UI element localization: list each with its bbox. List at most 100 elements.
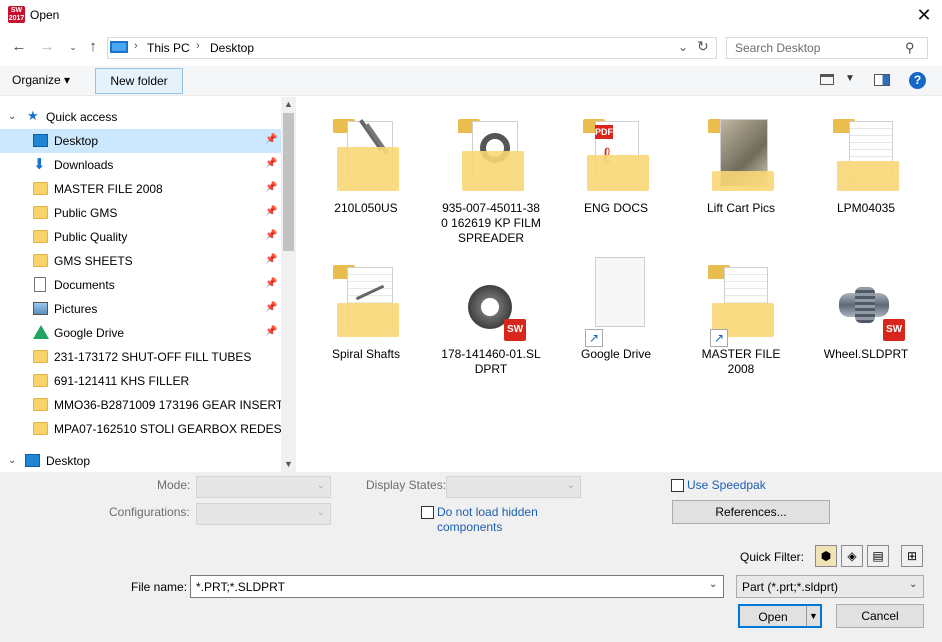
title-bar bbox=[0, 0, 942, 31]
sidebar-item-label: 691-121411 KHS FILLER bbox=[54, 374, 190, 388]
desktop-icon bbox=[33, 134, 48, 147]
scroll-down-icon[interactable]: ▼ bbox=[284, 459, 293, 469]
sidebar-item-label: Desktop bbox=[46, 454, 91, 468]
file-item-178-141460-01[interactable]: SW 178-141460-01.SL DPRT bbox=[436, 257, 546, 387]
open-button[interactable]: Open ▼ bbox=[738, 604, 822, 628]
filter-drawings-icon[interactable]: ▤ bbox=[867, 545, 889, 567]
sidebar-item-stoli-gearbox[interactable]: MPA07-162510 STOLI GEARBOX REDESIGN bbox=[0, 417, 296, 441]
hidden-components-checkbox[interactable] bbox=[421, 506, 434, 519]
change-view-icon[interactable] bbox=[820, 74, 834, 85]
documents-icon bbox=[34, 277, 46, 292]
sidebar-item-gms-sheets[interactable]: GMS SHEETS 📌 bbox=[0, 249, 281, 273]
folder-icon bbox=[33, 182, 48, 195]
file-item-935-007[interactable]: 935-007-45011-38 0 162619 KP FILM SPREAD… bbox=[436, 111, 546, 251]
sidebar-item-documents[interactable]: Documents 📌 bbox=[0, 273, 281, 297]
configurations-label: Configurations: bbox=[109, 505, 190, 519]
blank-document-icon bbox=[595, 257, 645, 327]
pin-icon: 📌 bbox=[265, 182, 278, 193]
sidebar-item-google-drive[interactable]: Google Drive 📌 bbox=[0, 321, 281, 345]
quick-filter-label: Quick Filter: bbox=[740, 550, 805, 564]
file-type-select[interactable]: Part (*.prt;*.sldprt) bbox=[736, 575, 924, 598]
sidebar-item-label: MASTER FILE 2008 bbox=[54, 182, 163, 196]
solidworks-part-icon: SW bbox=[883, 319, 905, 341]
new-folder-button[interactable]: New folder bbox=[95, 68, 183, 94]
forward-arrow-icon[interactable]: → bbox=[38, 38, 56, 56]
pin-icon: 📌 bbox=[265, 230, 278, 241]
sidebar-item-public-quality[interactable]: Public Quality 📌 bbox=[0, 225, 281, 249]
breadcrumb-separator-icon: › bbox=[134, 40, 138, 52]
file-item-210l050us[interactable]: 210L050US bbox=[311, 111, 421, 231]
scroll-up-icon[interactable]: ▲ bbox=[284, 99, 293, 109]
sidebar-item-label: Google Drive bbox=[54, 326, 125, 340]
file-name: ENG DOCS bbox=[583, 201, 648, 215]
file-name-dropdown-icon[interactable]: ⌄ bbox=[709, 579, 717, 590]
file-item-wheel-sldprt[interactable]: SW Wheel.SLDPRT bbox=[811, 257, 921, 377]
collapse-chevron-icon[interactable]: ⌄ bbox=[8, 111, 16, 122]
sidebar-item-gear-insert[interactable]: MMO36-B2871009 173196 GEAR INSERT bbox=[0, 393, 283, 417]
close-button[interactable]: ✕ bbox=[910, 3, 938, 27]
sidebar-item-label: Public GMS bbox=[54, 206, 118, 220]
sidebar-item-label: Downloads bbox=[54, 158, 114, 172]
use-speedpak-label[interactable]: Use Speedpak bbox=[687, 478, 766, 492]
hidden-components-label-line2[interactable]: components bbox=[437, 520, 502, 534]
chevron-down-icon: ⌄ bbox=[566, 480, 575, 491]
references-button[interactable]: References... bbox=[672, 500, 830, 524]
address-dropdown-icon[interactable]: ⌄ bbox=[678, 40, 688, 54]
file-list: 210L050US 935-007-45011-38 0 162619 KP F… bbox=[297, 97, 942, 472]
sidebar-item-label: Desktop bbox=[54, 134, 99, 148]
sidebar-item-shut-off-fill-tubes[interactable]: 231-173172 SHUT-OFF FILL TUBES bbox=[0, 345, 281, 369]
chevron-down-icon[interactable]: ⌄ bbox=[909, 579, 917, 590]
display-states-select[interactable]: ⌄ bbox=[446, 476, 581, 498]
collapse-chevron-icon[interactable]: ⌄ bbox=[8, 455, 16, 466]
refresh-icon[interactable]: ↻ bbox=[697, 38, 709, 55]
up-arrow-icon[interactable]: ↑ bbox=[84, 38, 102, 56]
sidebar-item-pictures[interactable]: Pictures 📌 bbox=[0, 297, 281, 321]
filter-top-level-assemblies-icon[interactable]: ⊞ bbox=[901, 545, 923, 567]
file-item-lift-cart-pics[interactable]: Lift Cart Pics bbox=[686, 111, 796, 231]
sidebar-quick-access[interactable]: ⌄ ★ Quick access bbox=[0, 105, 281, 129]
preview-pane-icon[interactable] bbox=[874, 74, 890, 86]
search-input[interactable]: Search Desktop bbox=[726, 37, 928, 59]
pin-icon: 📌 bbox=[265, 302, 278, 313]
file-item-master-file-2008[interactable]: ↗ MASTER FILE 2008 bbox=[686, 257, 796, 387]
recent-locations-chevron-icon[interactable]: ⌄ bbox=[64, 38, 82, 56]
breadcrumb-desktop[interactable]: Desktop bbox=[210, 41, 254, 55]
configurations-select[interactable]: ⌄ bbox=[196, 503, 331, 525]
mode-select[interactable]: ⌄ bbox=[196, 476, 331, 498]
quick-access-star-icon: ★ bbox=[27, 108, 39, 123]
help-icon[interactable]: ? bbox=[909, 72, 926, 89]
sidebar-item-public-gms[interactable]: Public GMS 📌 bbox=[0, 201, 281, 225]
open-split-dropdown-icon[interactable]: ▼ bbox=[806, 606, 820, 626]
filter-parts-icon[interactable]: ⬢ bbox=[815, 545, 837, 567]
pictures-icon bbox=[33, 302, 48, 315]
cancel-button[interactable]: Cancel bbox=[836, 604, 924, 628]
breadcrumb-separator-icon: › bbox=[196, 40, 200, 52]
hidden-components-label[interactable]: Do not load hidden bbox=[437, 505, 538, 519]
breadcrumb-this-pc[interactable]: This PC bbox=[147, 41, 190, 55]
file-item-eng-docs[interactable]: PDF ℓ ENG DOCS bbox=[561, 111, 671, 231]
organize-button[interactable]: Organize ▾ bbox=[12, 73, 70, 87]
search-icon[interactable]: ⚲ bbox=[905, 40, 915, 56]
filter-assemblies-icon[interactable]: ◈ bbox=[841, 545, 863, 567]
pdf-icon: PDF bbox=[595, 125, 613, 139]
back-arrow-icon[interactable]: ← bbox=[10, 38, 28, 56]
file-item-lpm04035[interactable]: LPM04035 bbox=[811, 111, 921, 231]
sidebar-item-downloads[interactable]: ⬇ Downloads 📌 bbox=[0, 153, 281, 177]
scrollbar-thumb[interactable] bbox=[283, 113, 294, 251]
sidebar-desktop-root[interactable]: ⌄ Desktop bbox=[0, 449, 281, 472]
mode-label: Mode: bbox=[157, 478, 191, 492]
file-name: Google Drive bbox=[580, 347, 652, 361]
pin-icon: 📌 bbox=[265, 254, 278, 265]
folder-icon bbox=[33, 254, 48, 267]
use-speedpak-checkbox[interactable] bbox=[671, 479, 684, 492]
sidebar-item-desktop[interactable]: Desktop 📌 bbox=[0, 129, 281, 153]
file-item-google-drive[interactable]: ↗ Google Drive bbox=[561, 257, 671, 377]
file-item-spiral-shafts[interactable]: Spiral Shafts bbox=[311, 257, 421, 377]
gear-icon bbox=[855, 287, 875, 323]
shortcut-arrow-icon: ↗ bbox=[710, 329, 728, 347]
sidebar-item-master-file-2008[interactable]: MASTER FILE 2008 📌 bbox=[0, 177, 281, 201]
sidebar-item-khs-filler[interactable]: 691-121411 KHS FILLER bbox=[0, 369, 281, 393]
file-name-input[interactable]: *.PRT;*.SLDPRT bbox=[190, 575, 724, 598]
display-states-label: Display States: bbox=[366, 478, 447, 492]
view-options-chevron-icon[interactable]: ▼ bbox=[845, 73, 855, 84]
